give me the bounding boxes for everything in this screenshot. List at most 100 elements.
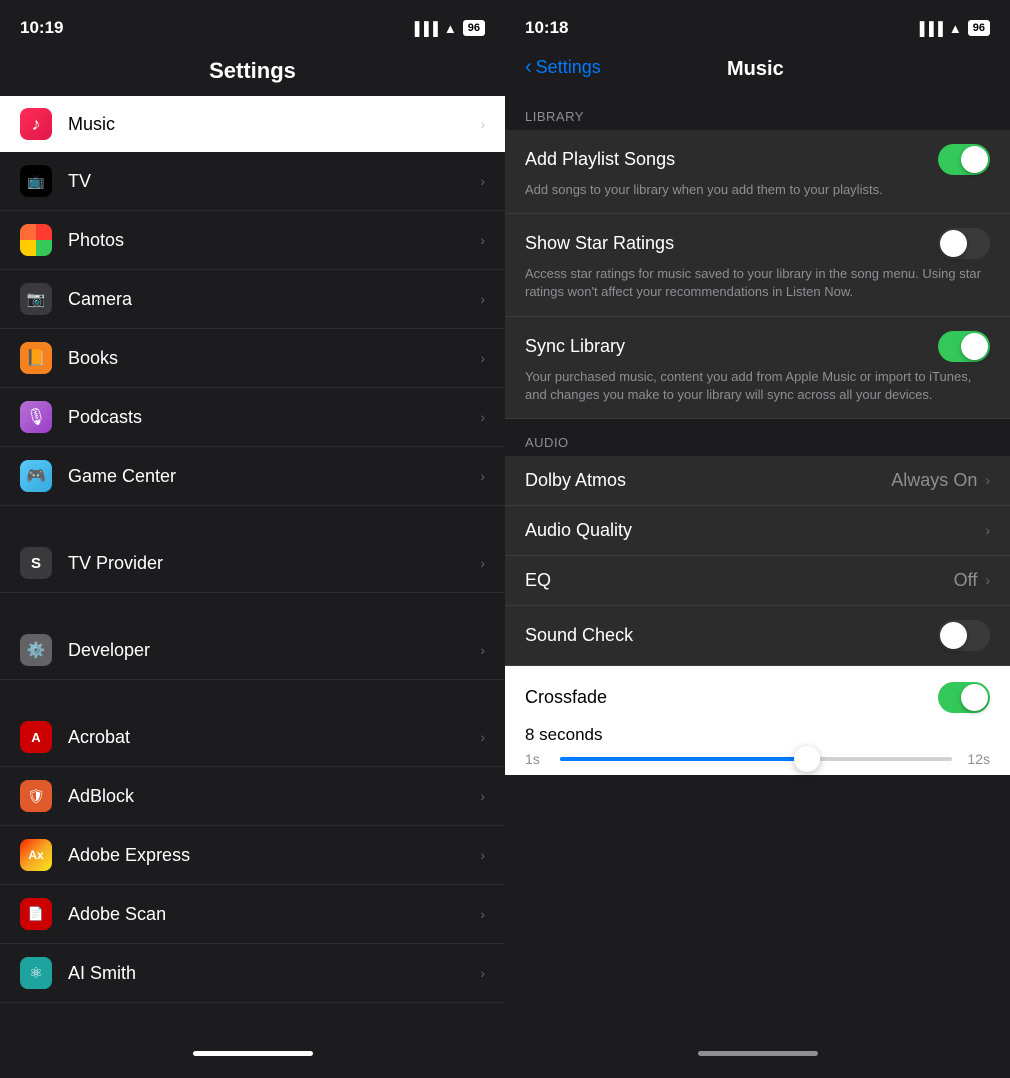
setting-sync-library: Sync Library Your purchased music, conte… [505,317,1010,419]
books-icon: 📙 [26,348,46,368]
tv-app-icon: 📺 [20,165,52,197]
settings-row-adobescan[interactable]: 📄 Adobe Scan › [0,885,505,944]
show-star-ratings-toggle[interactable] [938,228,990,259]
eq-value: Off [954,570,978,591]
gamecenter-app-icon: 🎮 [20,460,52,492]
books-app-icon: 📙 [20,342,52,374]
podcasts-icon: 🎙 [26,407,46,427]
music-app-icon: ♪ [20,108,52,140]
adobeexpress-icon: Ax [28,848,43,862]
seconds-row: 8 seconds 1s 12s [505,723,1010,775]
adblock-row-label: AdBlock [68,786,480,807]
left-time: 10:19 [20,18,63,38]
podcasts-app-icon: 🎙 [20,401,52,433]
setting-dolby-atmos[interactable]: Dolby Atmos Always On › [505,456,1010,506]
dolby-atmos-chevron-icon: › [985,472,990,488]
add-playlist-songs-toggle-thumb [961,146,988,173]
slider-max-label: 12s [962,751,990,767]
music-chevron-icon: › [480,116,485,132]
library-section-header: LIBRARY [505,93,1010,130]
tvprovider-app-icon: S [20,547,52,579]
photos-icon-q2 [36,224,52,240]
sound-check-toggle[interactable] [938,620,990,651]
right-panel: 10:18 ▐▐▐ ▲ 96 ‹ Settings Music LIBRARY … [505,0,1010,1078]
settings-row-photos[interactable]: Photos › [0,211,505,270]
right-nav-bar: ‹ Settings Music [505,50,1010,93]
wifi-icon: ▲ [444,21,457,36]
right-status-bar: 10:18 ▐▐▐ ▲ 96 [505,0,1010,50]
podcasts-chevron-icon: › [480,409,485,425]
adobeexpress-row-label: Adobe Express [68,845,480,866]
settings-row-gamecenter[interactable]: 🎮 Game Center › [0,447,505,506]
settings-row-acrobat[interactable]: A Acrobat › [0,708,505,767]
divider-1 [0,506,505,534]
setting-eq[interactable]: EQ Off › [505,556,1010,606]
books-chevron-icon: › [480,350,485,366]
camera-app-icon: 📷 [20,283,52,315]
developer-row-label: Developer [68,640,480,661]
back-label: Settings [536,57,601,78]
gamecenter-chevron-icon: › [480,468,485,484]
sound-check-label: Sound Check [525,625,633,646]
asmith-icon: ⚛ [29,964,42,982]
crossfade-toggle-thumb [961,684,988,711]
battery-badge: 96 [463,20,485,36]
right-status-icons: ▐▐▐ ▲ 96 [915,20,990,36]
left-page-title: Settings [0,50,505,96]
dolby-atmos-value: Always On [891,470,977,491]
adblock-chevron-icon: › [480,788,485,804]
podcasts-row-label: Podcasts [68,407,480,428]
dolby-atmos-nav: Always On › [891,470,990,491]
right-signal-icon: ▐▐▐ [915,21,943,36]
acrobat-icon: A [31,730,40,745]
developer-icon: ⚙️ [27,641,46,659]
crossfade-slider-container: 1s 12s [525,751,990,767]
settings-row-tvprovider[interactable]: S TV Provider › [0,534,505,593]
adblock-app-icon: 🛡 [20,780,52,812]
settings-row-adobeexpress[interactable]: Ax Adobe Express › [0,826,505,885]
eq-chevron-icon: › [985,572,990,588]
tv-chevron-icon: › [480,173,485,189]
audio-section-header: AUDIO [505,419,1010,456]
divider-2 [0,593,505,621]
developer-app-icon: ⚙️ [20,634,52,666]
eq-label: EQ [525,570,551,591]
right-time: 10:18 [525,18,568,38]
gamecenter-icon-symbol: 🎮 [26,466,46,486]
settings-row-music[interactable]: ♪ Music › [0,96,505,152]
left-panel: 10:19 ▐▐▐ ▲ 96 Settings ♪ Music › 📺 TV › [0,0,505,1078]
adobescan-icon: 📄 [28,906,44,922]
settings-row-developer[interactable]: ⚙️ Developer › [0,621,505,680]
asmith-app-icon: ⚛ [20,957,52,989]
setting-audio-quality[interactable]: Audio Quality › [505,506,1010,556]
seconds-label: 8 seconds [525,725,990,745]
show-star-ratings-row: Show Star Ratings [525,228,990,259]
add-playlist-songs-label: Add Playlist Songs [525,149,675,170]
add-playlist-songs-desc: Add songs to your library when you add t… [525,181,990,199]
right-home-area [505,1043,1010,1078]
settings-row-asmith[interactable]: ⚛ AI Smith › [0,944,505,1003]
settings-row-camera[interactable]: 📷 Camera › [0,270,505,329]
settings-row-tv[interactable]: 📺 TV › [0,152,505,211]
add-playlist-songs-toggle[interactable] [938,144,990,175]
crossfade-slider-fill [560,757,807,761]
setting-sound-check: Sound Check [505,606,1010,666]
back-button[interactable]: ‹ Settings [525,56,601,79]
tvprovider-chevron-icon: › [480,555,485,571]
settings-row-adblock[interactable]: 🛡 AdBlock › [0,767,505,826]
right-battery-badge: 96 [968,20,990,36]
acrobat-row-label: Acrobat [68,727,480,748]
crossfade-toggle[interactable] [938,682,990,713]
music-note-icon: ♪ [32,114,41,135]
books-row-label: Books [68,348,480,369]
tv-row-label: TV [68,171,480,192]
sync-library-desc: Your purchased music, content you add fr… [525,368,990,404]
sync-library-toggle[interactable] [938,331,990,362]
setting-add-playlist-songs: Add Playlist Songs Add songs to your lib… [505,130,1010,214]
adobeexpress-chevron-icon: › [480,847,485,863]
left-status-icons: ▐▐▐ ▲ 96 [410,20,485,36]
settings-row-books[interactable]: 📙 Books › [0,329,505,388]
crossfade-slider-thumb[interactable] [794,746,820,772]
settings-row-podcasts[interactable]: 🎙 Podcasts › [0,388,505,447]
adobescan-chevron-icon: › [480,906,485,922]
